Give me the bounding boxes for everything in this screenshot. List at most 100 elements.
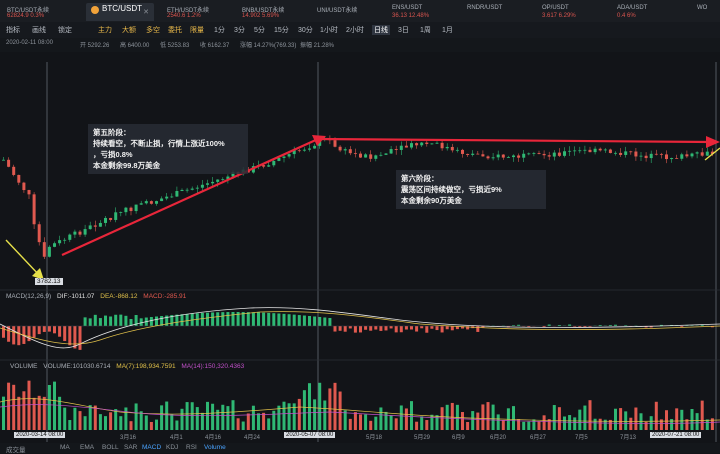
volume-bar [487,402,490,430]
low-price-label: 3782.13 [35,278,63,285]
macd-value: MACD:-285.91 [143,293,186,300]
candle-body [583,150,586,151]
candle-body [349,149,352,153]
chart-area[interactable] [0,62,720,453]
volume-bar [145,415,148,430]
tab-btc-usdt-perp[interactable]: BTC/USDT永续 62824.9 0.3% [0,3,72,21]
volume-bar [257,413,260,430]
toolbar-1h[interactable]: 1小时 [320,25,338,35]
volume-bar [701,401,704,430]
candle-body [492,157,495,158]
tab-uni-usdt-perp[interactable]: UNI/USDT永续 [310,3,382,21]
candle-body [461,150,464,154]
volume-bar [114,409,117,430]
indicator-volume-en[interactable]: Volume [204,444,226,451]
volume-bar [476,413,479,430]
toolbar-daily[interactable]: 日线 [372,25,390,35]
indicator-ema[interactable]: EMA [80,444,94,451]
volume-bar [553,405,556,430]
toolbar-15m[interactable]: 15分 [274,25,289,35]
volume-bar [79,411,82,430]
volume-bar [288,403,291,430]
volume-bar [415,422,418,430]
candle-body [446,147,449,148]
tab-op-usdt[interactable]: OP/USDT 3.617 6.29% [535,3,607,21]
tab-more[interactable]: WO [690,3,720,21]
tab-bnb-usdt-perp[interactable]: BNB/USDT永续 14.902 5.69% [235,3,307,21]
candle-body [395,149,398,150]
volume-bar [538,421,541,430]
macd-bar [359,326,362,332]
macd-bar [308,316,311,326]
macd-bar [293,315,296,326]
tab-ens-usdt[interactable]: ENS/USDT 36.13 12.48% [385,3,457,21]
toolbar-2h[interactable]: 2小时 [346,25,364,35]
toolbar-1w[interactable]: 1周 [420,25,431,35]
toolbar-5m[interactable]: 5分 [254,25,265,35]
volume-bar [226,406,229,430]
indicator-sar[interactable]: SAR [124,444,137,451]
macd-legend: MACD(12,26,9) DIF:-1011.07 DEA:-868.12 M… [6,293,186,300]
volume-bar [691,409,694,430]
volume-bar [354,412,357,430]
toolbar-order[interactable]: 委托 [168,25,182,35]
macd-bar [89,318,92,326]
candle-body [2,160,5,161]
close-icon[interactable]: ✕ [143,8,149,16]
candle-body [211,182,214,183]
candle-body [385,153,388,154]
toolbar-30m[interactable]: 30分 [298,25,313,35]
toolbar-3m[interactable]: 3分 [234,25,245,35]
volume-bar [262,413,265,430]
toolbar-3d[interactable]: 3日 [398,25,409,35]
macd-bar [415,326,418,332]
tab-ada-usdt[interactable]: ADA/USDT 0.4 6% [610,3,682,21]
tab-rndr-usdt[interactable]: RNDR/USDT [460,3,532,21]
macd-bar [379,326,382,331]
volume-bar [369,421,372,430]
macd-bar [262,313,265,326]
volume-bar [583,406,586,430]
candle-body [670,158,673,159]
phase6-line2: 本金剩余90万美金 [401,195,541,206]
indicator-rsi[interactable]: RSI [186,444,197,451]
toolbar-large[interactable]: 大额 [122,25,136,35]
indicator-boll[interactable]: BOLL [102,444,119,451]
toolbar-longshort[interactable]: 多空 [146,25,160,35]
toolbar-draw[interactable]: 画线 [32,25,46,35]
volume-bar [497,414,500,430]
candle-body [119,212,122,213]
candle-body [578,150,581,151]
candle-body [364,154,367,157]
indicator-ma[interactable]: MA [60,444,70,451]
candle-body [685,154,688,156]
macd-bar [339,326,342,331]
toolbar-1mo[interactable]: 1月 [442,25,453,35]
toolbar-indicator[interactable]: 指标 [6,25,20,35]
toolbar-main-force[interactable]: 主力 [98,25,112,35]
toolbar-lock[interactable]: 锁定 [58,25,72,35]
candle-body [436,143,439,144]
volume-bar [252,406,255,430]
candle-body [262,165,265,166]
volume-bar [619,408,622,430]
range-arrowhead [706,136,720,148]
candle-body [130,208,133,211]
toolbar-limit[interactable]: 限量 [190,25,204,35]
volume-bar [221,405,224,430]
candle-body [334,140,337,147]
candle-body [89,225,92,229]
tab-eth-usdt-perp[interactable]: ETH/USDT永续 2540.6 1.2% [160,3,232,21]
indicator-kdj[interactable]: KDJ [166,444,178,451]
macd-bar [257,312,260,326]
toolbar-1m[interactable]: 1分 [214,25,225,35]
indicator-macd[interactable]: MACD [142,444,161,451]
macd-bar [298,315,301,326]
phase5-line2: ，亏损0.8% [93,149,243,160]
volume-bar [150,422,153,430]
date-label: 6月20 [490,432,506,441]
tab-btc-usdt[interactable]: BTC/USDT ✕ [86,3,154,21]
macd-bar [175,315,178,326]
volume-bar [63,408,66,430]
candle-body [604,150,607,151]
